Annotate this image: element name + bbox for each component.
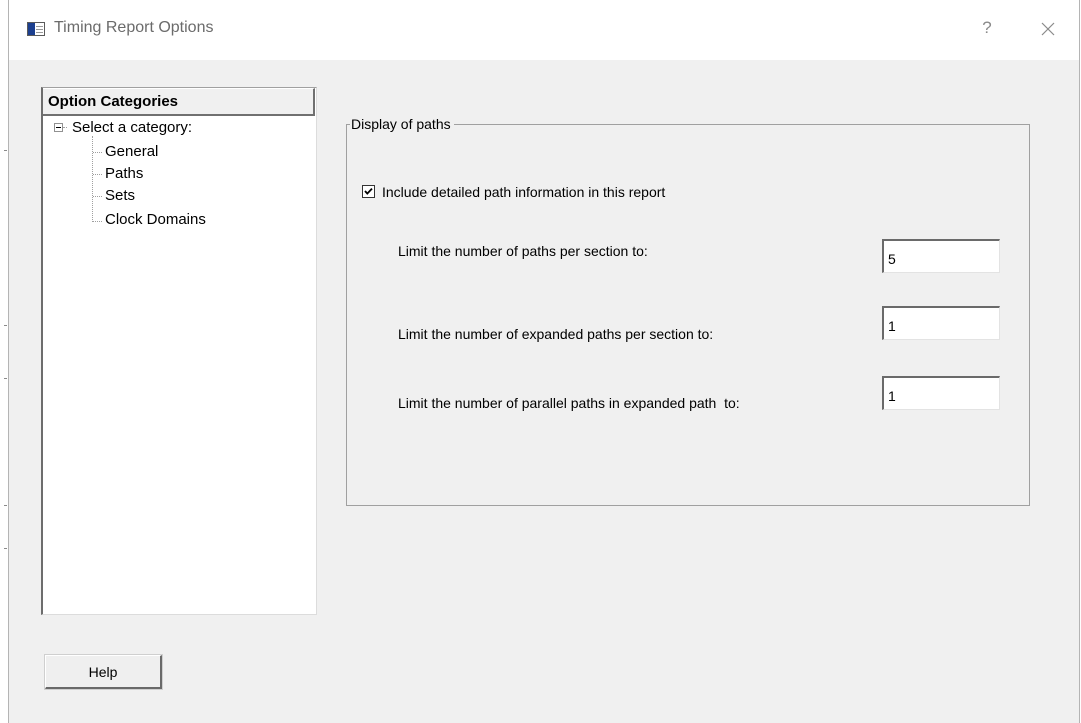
- tree-item-clock-domains[interactable]: Clock Domains: [105, 210, 206, 230]
- tree-connector: [63, 127, 67, 128]
- tree-collapse-icon[interactable]: [54, 123, 63, 132]
- help-button[interactable]: Help: [45, 655, 162, 689]
- close-button[interactable]: [1035, 16, 1061, 42]
- edge-tick: [4, 378, 7, 379]
- dialog-window-icon: [27, 22, 45, 36]
- category-tree[interactable]: Select a category: General Paths Sets Cl…: [43, 116, 315, 611]
- tree-connector: [92, 136, 93, 222]
- title-bar[interactable]: Timing Report Options ?: [9, 0, 1079, 60]
- include-detailed-path-label[interactable]: Include detailed path information in thi…: [382, 183, 665, 201]
- edge-tick: [4, 150, 7, 151]
- tree-item-sets[interactable]: Sets: [105, 186, 135, 206]
- tree-root-select-category[interactable]: Select a category:: [72, 118, 192, 138]
- checkmark-icon: [364, 187, 373, 195]
- parallel-paths-input[interactable]: [882, 376, 1000, 410]
- option-categories-title: Option Categories: [48, 93, 179, 110]
- edge-tick: [4, 548, 7, 549]
- tree-connector: [93, 152, 102, 153]
- edge-tick: [4, 505, 7, 506]
- option-categories-panel: Option Categories Select a category: Gen…: [41, 87, 317, 615]
- background-window-edge: [0, 0, 8, 723]
- paths-per-section-label: Limit the number of paths per section to…: [398, 243, 648, 259]
- context-help-button[interactable]: ?: [977, 16, 997, 40]
- expanded-paths-per-section-label: Limit the number of expanded paths per s…: [398, 326, 714, 342]
- paths-per-section-input[interactable]: [882, 239, 1000, 273]
- tree-connector: [93, 196, 102, 197]
- display-of-paths-title: Display of paths: [350, 115, 454, 133]
- close-icon: [1041, 22, 1055, 36]
- parallel-paths-label: Limit the number of parallel paths in ex…: [398, 395, 740, 411]
- tree-item-general[interactable]: General: [105, 142, 158, 162]
- option-categories-header: Option Categories: [43, 88, 315, 116]
- expanded-paths-per-section-input[interactable]: [882, 306, 1000, 340]
- include-detailed-path-checkbox[interactable]: [362, 185, 375, 198]
- tree-connector: [93, 221, 102, 222]
- window-title: Timing Report Options: [54, 19, 214, 36]
- tree-item-paths[interactable]: Paths: [105, 164, 143, 184]
- timing-report-options-dialog: Timing Report Options ? Option Categorie…: [8, 0, 1080, 723]
- edge-tick: [4, 325, 7, 326]
- tree-connector: [93, 174, 102, 175]
